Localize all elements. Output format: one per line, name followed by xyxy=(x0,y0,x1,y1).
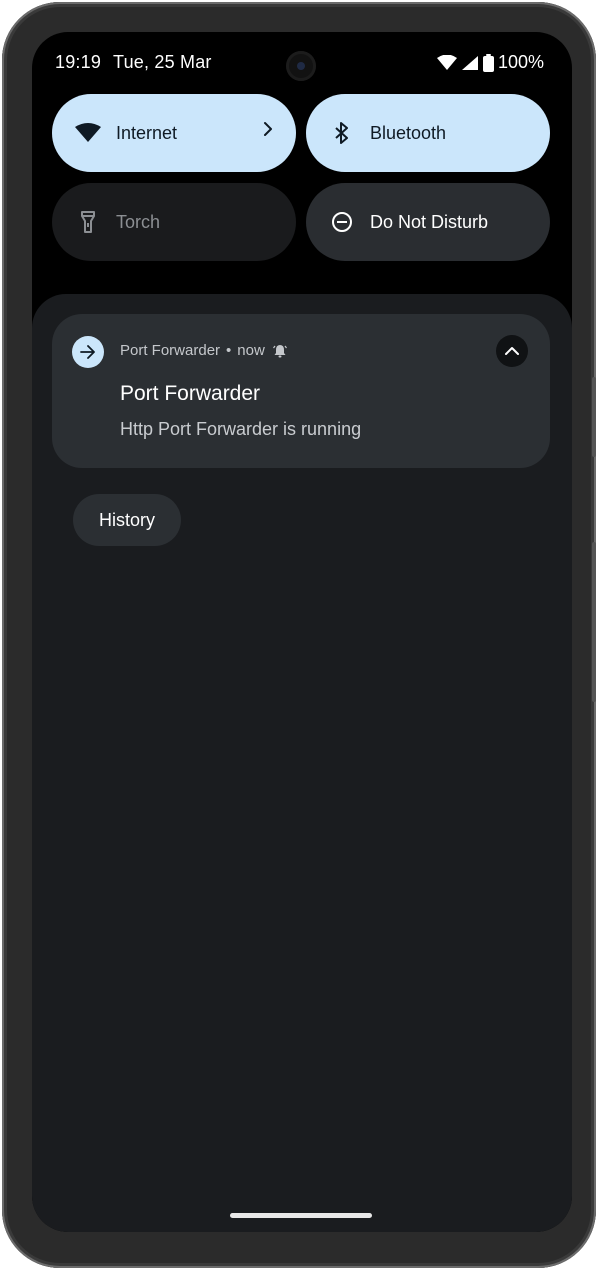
status-bar: 19:19 Tue, 25 Mar 100% xyxy=(32,32,572,94)
arrow-right-icon xyxy=(80,345,96,359)
status-left: 19:19 Tue, 25 Mar xyxy=(55,52,212,73)
home-indicator[interactable] xyxy=(230,1213,372,1218)
tile-internet[interactable]: Internet xyxy=(52,94,296,172)
notification-text: Http Port Forwarder is running xyxy=(120,419,362,439)
volume-button xyxy=(592,377,596,457)
tile-internet-label: Internet xyxy=(116,122,178,143)
tile-do-not-disturb[interactable]: Do Not Disturb xyxy=(306,183,550,261)
alert-bell-icon xyxy=(272,344,287,358)
collapse-button[interactable] xyxy=(496,335,528,367)
front-camera xyxy=(286,51,316,81)
tile-torch-label: Torch xyxy=(116,211,161,232)
history-button[interactable]: History xyxy=(73,494,182,546)
screen: 19:19 Tue, 25 Mar 100% Internet Bluetoot… xyxy=(32,32,572,1232)
chevron-up-icon xyxy=(504,346,520,356)
status-time: 19:19 xyxy=(55,52,102,72)
tile-dnd-label: Do Not Disturb xyxy=(370,211,489,232)
torch-icon xyxy=(74,208,102,236)
cellular-signal-icon xyxy=(461,55,479,71)
notification-header: Port Forwarder • now xyxy=(120,342,287,359)
power-button xyxy=(592,542,596,702)
dnd-icon xyxy=(328,208,356,236)
notification-time: now xyxy=(237,342,265,359)
notification-title: Port Forwarder xyxy=(120,382,261,405)
battery-icon xyxy=(482,53,494,72)
notification-app-name: Port Forwarder xyxy=(120,342,221,359)
bluetooth-icon xyxy=(328,119,356,147)
tile-bluetooth-label: Bluetooth xyxy=(370,122,447,143)
wifi-icon xyxy=(436,54,457,71)
battery-percent: 100% xyxy=(497,52,544,72)
status-right: 100% xyxy=(436,52,544,73)
separator-dot: • xyxy=(226,342,232,359)
app-icon xyxy=(72,336,104,368)
phone-frame: 19:19 Tue, 25 Mar 100% Internet Bluetoot… xyxy=(2,2,596,1268)
wifi-icon xyxy=(74,119,102,147)
status-date: Tue, 25 Mar xyxy=(113,52,212,72)
notification-card[interactable]: Port Forwarder • now Port Forwarder Http… xyxy=(52,314,550,468)
tile-bluetooth[interactable]: Bluetooth xyxy=(306,94,550,172)
tile-torch[interactable]: Torch xyxy=(52,183,296,261)
notification-shade: Port Forwarder • now Port Forwarder Http… xyxy=(32,294,572,1232)
chevron-right-icon xyxy=(262,121,274,142)
